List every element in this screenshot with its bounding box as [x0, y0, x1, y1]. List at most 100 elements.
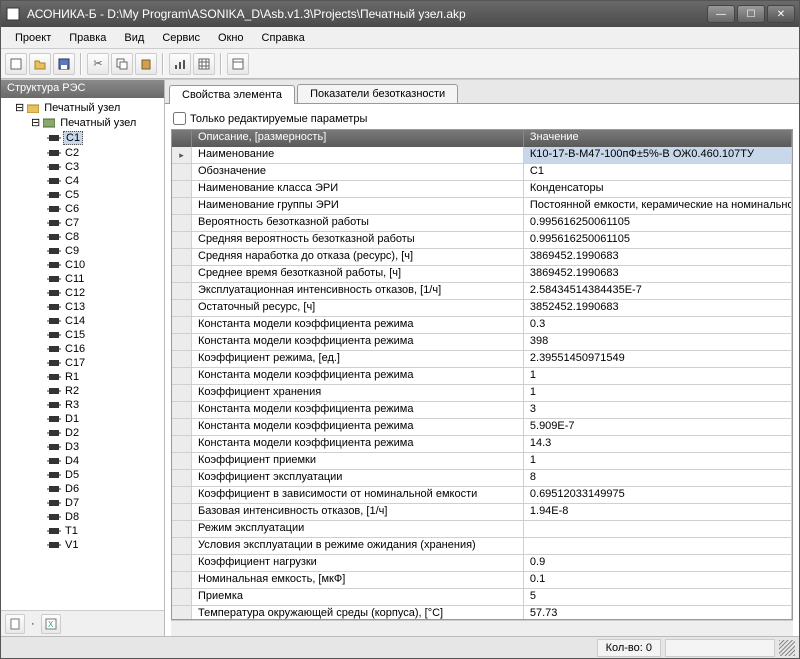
cell-value[interactable]: 1.94E-8: [524, 504, 792, 520]
tree-leaf[interactable]: R1: [3, 370, 162, 384]
collapse-icon[interactable]: ⊟: [15, 101, 24, 114]
properties-icon[interactable]: [227, 53, 249, 75]
tree-leaf[interactable]: D5: [3, 468, 162, 482]
tree-leaf[interactable]: C7: [3, 216, 162, 230]
tree-leaf[interactable]: T1: [3, 524, 162, 538]
table-row[interactable]: ОбозначениеC1: [172, 164, 792, 181]
cell-value[interactable]: 1: [524, 453, 792, 469]
table-row[interactable]: Средняя вероятность безотказной работы0.…: [172, 232, 792, 249]
cell-value[interactable]: 0.9: [524, 555, 792, 571]
save-icon[interactable]: [53, 53, 75, 75]
menu-help[interactable]: Справка: [254, 30, 313, 46]
grid-header-value[interactable]: Значение: [524, 130, 792, 147]
table-row[interactable]: Базовая интенсивность отказов, [1/ч]1.94…: [172, 504, 792, 521]
cell-value[interactable]: 5.909E-7: [524, 419, 792, 435]
table-row[interactable]: Коэффициент режима, [ед.]2.3955145097154…: [172, 351, 792, 368]
report-icon[interactable]: [5, 614, 25, 634]
horizontal-scrollbar[interactable]: [171, 620, 793, 636]
tree-leaf[interactable]: C17: [3, 356, 162, 370]
tree-leaf[interactable]: C4: [3, 174, 162, 188]
tree-leaf[interactable]: C1: [3, 130, 162, 146]
tree-leaf[interactable]: C14: [3, 314, 162, 328]
cell-value[interactable]: [524, 521, 792, 537]
cut-icon[interactable]: ✂: [87, 53, 109, 75]
table-row[interactable]: Эксплуатационная интенсивность отказов, …: [172, 283, 792, 300]
cell-value[interactable]: Конденсаторы: [524, 181, 792, 197]
tree-leaf[interactable]: D8: [3, 510, 162, 524]
tree-leaf[interactable]: D3: [3, 440, 162, 454]
cell-value[interactable]: 3869452.1990683: [524, 249, 792, 265]
cell-value[interactable]: 14.3: [524, 436, 792, 452]
tree-leaf[interactable]: C12: [3, 286, 162, 300]
table-row[interactable]: Константа модели коэффициента режима1: [172, 368, 792, 385]
excel-icon[interactable]: X: [41, 614, 61, 634]
tree-leaf[interactable]: C3: [3, 160, 162, 174]
tree-root[interactable]: ⊟Печатный узел: [3, 100, 162, 115]
tree-leaf[interactable]: C16: [3, 342, 162, 356]
tree-leaf[interactable]: R2: [3, 384, 162, 398]
table-row[interactable]: Коэффициент нагрузки0.9: [172, 555, 792, 572]
cell-value[interactable]: 0.995616250061105: [524, 232, 792, 248]
new-file-icon[interactable]: [5, 53, 27, 75]
cell-value[interactable]: C1: [524, 164, 792, 180]
only-editable-checkbox[interactable]: [173, 112, 186, 125]
table-row[interactable]: Приемка5: [172, 589, 792, 606]
cell-value[interactable]: 2.39551450971549: [524, 351, 792, 367]
cell-value[interactable]: 1: [524, 368, 792, 384]
cell-value[interactable]: 0.69512033149975: [524, 487, 792, 503]
cell-value[interactable]: 3: [524, 402, 792, 418]
cell-value[interactable]: Постоянной емкости, керамические на номи…: [524, 198, 792, 214]
resize-grip-icon[interactable]: [779, 640, 795, 656]
menu-edit[interactable]: Правка: [61, 30, 114, 46]
tree-leaf[interactable]: C11: [3, 272, 162, 286]
paste-icon[interactable]: [135, 53, 157, 75]
table-row[interactable]: Коэффициент в зависимости от номинальной…: [172, 487, 792, 504]
tree-leaf[interactable]: R3: [3, 398, 162, 412]
cell-value[interactable]: 57.73: [524, 606, 792, 619]
table-row[interactable]: Наименование класса ЭРИКонденсаторы: [172, 181, 792, 198]
table-row[interactable]: Режим эксплуатации: [172, 521, 792, 538]
table-row[interactable]: Константа модели коэффициента режима5.90…: [172, 419, 792, 436]
table-row[interactable]: Наименование группы ЭРИПостоянной емкост…: [172, 198, 792, 215]
table-row[interactable]: НаименованиеК10-17-В-М47-100пФ±5%-В ОЖ0.…: [172, 147, 792, 164]
tab-reliability[interactable]: Показатели безотказности: [297, 84, 458, 103]
table-row[interactable]: Остаточный ресурс, [ч]3852452.1990683: [172, 300, 792, 317]
tree-leaf[interactable]: C15: [3, 328, 162, 342]
grid-body[interactable]: НаименованиеК10-17-В-М47-100пФ±5%-В ОЖ0.…: [172, 147, 792, 619]
cell-value[interactable]: 0.3: [524, 317, 792, 333]
tree-leaf[interactable]: C10: [3, 258, 162, 272]
cell-value[interactable]: 0.995616250061105: [524, 215, 792, 231]
table-row[interactable]: Средняя наработка до отказа (ресурс), [ч…: [172, 249, 792, 266]
table-row[interactable]: Вероятность безотказной работы0.99561625…: [172, 215, 792, 232]
table-row[interactable]: Коэффициент приемки1: [172, 453, 792, 470]
cell-value[interactable]: 1: [524, 385, 792, 401]
cell-value[interactable]: 0.1: [524, 572, 792, 588]
table-row[interactable]: Константа модели коэффициента режима398: [172, 334, 792, 351]
cell-value[interactable]: К10-17-В-М47-100пФ±5%-В ОЖ0.460.107ТУ: [524, 147, 792, 163]
menu-view[interactable]: Вид: [116, 30, 152, 46]
table-row[interactable]: Коэффициент хранения1: [172, 385, 792, 402]
grid-header-description[interactable]: Описание, [размерность]: [192, 130, 524, 147]
tree-leaf[interactable]: D4: [3, 454, 162, 468]
menu-project[interactable]: Проект: [7, 30, 59, 46]
menu-service[interactable]: Сервис: [154, 30, 208, 46]
table-row[interactable]: Константа модели коэффициента режима3: [172, 402, 792, 419]
tree-leaf[interactable]: D7: [3, 496, 162, 510]
cell-value[interactable]: 2.58434514384435E-7: [524, 283, 792, 299]
tab-properties[interactable]: Свойства элемента: [169, 85, 295, 104]
cell-value[interactable]: 3869452.1990683: [524, 266, 792, 282]
tree-leaf[interactable]: C6: [3, 202, 162, 216]
table-row[interactable]: Условия эксплуатации в режиме ожидания (…: [172, 538, 792, 555]
table-row[interactable]: Номинальная емкость, [мкФ]0.1: [172, 572, 792, 589]
tree-leaf[interactable]: C5: [3, 188, 162, 202]
minimize-button[interactable]: —: [707, 5, 735, 23]
table-row[interactable]: Константа модели коэффициента режима14.3: [172, 436, 792, 453]
tree-leaf[interactable]: D1: [3, 412, 162, 426]
chart-icon[interactable]: [169, 53, 191, 75]
table-row[interactable]: Коэффициент эксплуатации8: [172, 470, 792, 487]
tree-leaf[interactable]: V1: [3, 538, 162, 552]
tree-leaf[interactable]: D2: [3, 426, 162, 440]
menu-window[interactable]: Окно: [210, 30, 252, 46]
table-row[interactable]: Константа модели коэффициента режима0.3: [172, 317, 792, 334]
structure-tree[interactable]: ⊟Печатный узел⊟Печатный узелC1C2C3C4C5C6…: [1, 98, 164, 610]
